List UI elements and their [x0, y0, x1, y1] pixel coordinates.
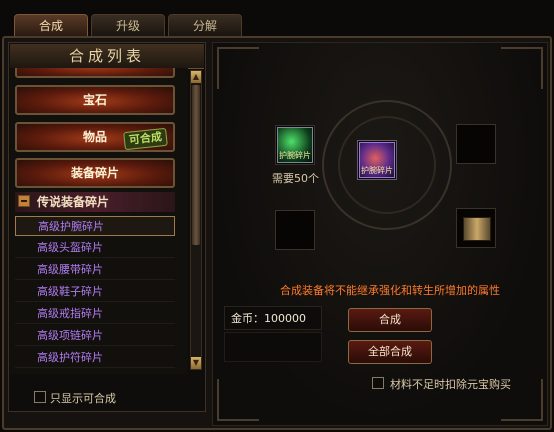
list-scrollbar[interactable]: ▲ ▼ [190, 70, 202, 370]
gold-value: 100000 [264, 312, 306, 325]
list-item-belt-fragment[interactable]: 高级腰带碎片 [15, 260, 175, 280]
craft-list: 宝石 物品 可合成 装备碎片 传说装备碎片 高级护腕碎片 高级头盔碎片 高级腰带… [10, 68, 188, 374]
frame-corner-decoration [217, 47, 259, 89]
green-gem-fragment-icon: 护腕碎片 [277, 127, 313, 163]
auto-buy-label: 材料不足时扣除元宝购买 [390, 378, 511, 391]
auto-buy-checkbox[interactable] [372, 377, 384, 389]
craft-warning-note: 合成装备将不能继承强化和转生所增加的属性 [280, 284, 500, 297]
gold-display-secondary [224, 332, 322, 362]
scroll-up-arrow-icon[interactable]: ▲ [191, 71, 201, 83]
craft-list-title: 合成列表 [10, 44, 204, 69]
subcategory-label: 传说装备碎片 [37, 195, 110, 209]
gold-display: 金币：100000 [224, 306, 322, 330]
show-only-craftable-checkbox[interactable] [34, 391, 46, 403]
tab-upgrade[interactable]: 升级 [91, 14, 165, 36]
craftable-badge: 可合成 [123, 127, 168, 151]
result-item-label: 护腕碎片 [361, 166, 393, 175]
frame-corner-decoration [217, 379, 259, 421]
show-only-craftable-label: 只显示可合成 [50, 392, 116, 405]
category-equip-fragment[interactable]: 装备碎片 [15, 158, 175, 188]
result-slot[interactable]: 护腕碎片 [357, 140, 397, 180]
minus-icon[interactable] [18, 195, 30, 207]
frame-corner-decoration [501, 47, 543, 89]
category-item-label: 物品 [82, 130, 107, 144]
required-count: 需要50个 [272, 172, 319, 185]
scroll-down-arrow-icon[interactable]: ▼ [191, 357, 201, 369]
list-item-helmet-fragment[interactable]: 高级头盔碎片 [15, 238, 175, 258]
material-slot[interactable] [456, 208, 496, 248]
list-item-shoes-fragment[interactable]: 高级鞋子碎片 [15, 282, 175, 302]
material-item-label: 护腕碎片 [279, 151, 311, 160]
list-item-bracer-fragment[interactable]: 高级护腕碎片 [15, 216, 175, 236]
material-slot[interactable]: 护腕碎片 [275, 125, 315, 165]
purple-gem-fragment-icon: 护腕碎片 [359, 142, 395, 178]
scroll-thumb[interactable] [192, 85, 200, 245]
craft-all-button[interactable]: 全部合成 [348, 340, 432, 364]
list-item-ring-fragment[interactable]: 高级戒指碎片 [15, 304, 175, 324]
category-partial[interactable] [15, 68, 175, 78]
category-equip-fragment-label: 装备碎片 [70, 166, 119, 180]
tab-craft[interactable]: 合成 [14, 14, 88, 36]
category-gem-label: 宝石 [82, 93, 107, 107]
gold-label: 金币： [231, 312, 264, 325]
craft-button[interactable]: 合成 [348, 308, 432, 332]
list-item-amulet-fragment[interactable]: 高级护符碎片 [15, 348, 175, 368]
category-item[interactable]: 物品 可合成 [15, 122, 175, 152]
tab-decompose[interactable]: 分解 [168, 14, 242, 36]
scroll-item-icon [463, 217, 491, 241]
category-gem[interactable]: 宝石 [15, 85, 175, 115]
list-item-necklace-fragment[interactable]: 高级项链碎片 [15, 326, 175, 346]
subcategory-legend-fragments[interactable]: 传说装备碎片 [15, 192, 175, 212]
material-slot-empty[interactable] [275, 210, 315, 250]
material-slot-empty[interactable] [456, 124, 496, 164]
